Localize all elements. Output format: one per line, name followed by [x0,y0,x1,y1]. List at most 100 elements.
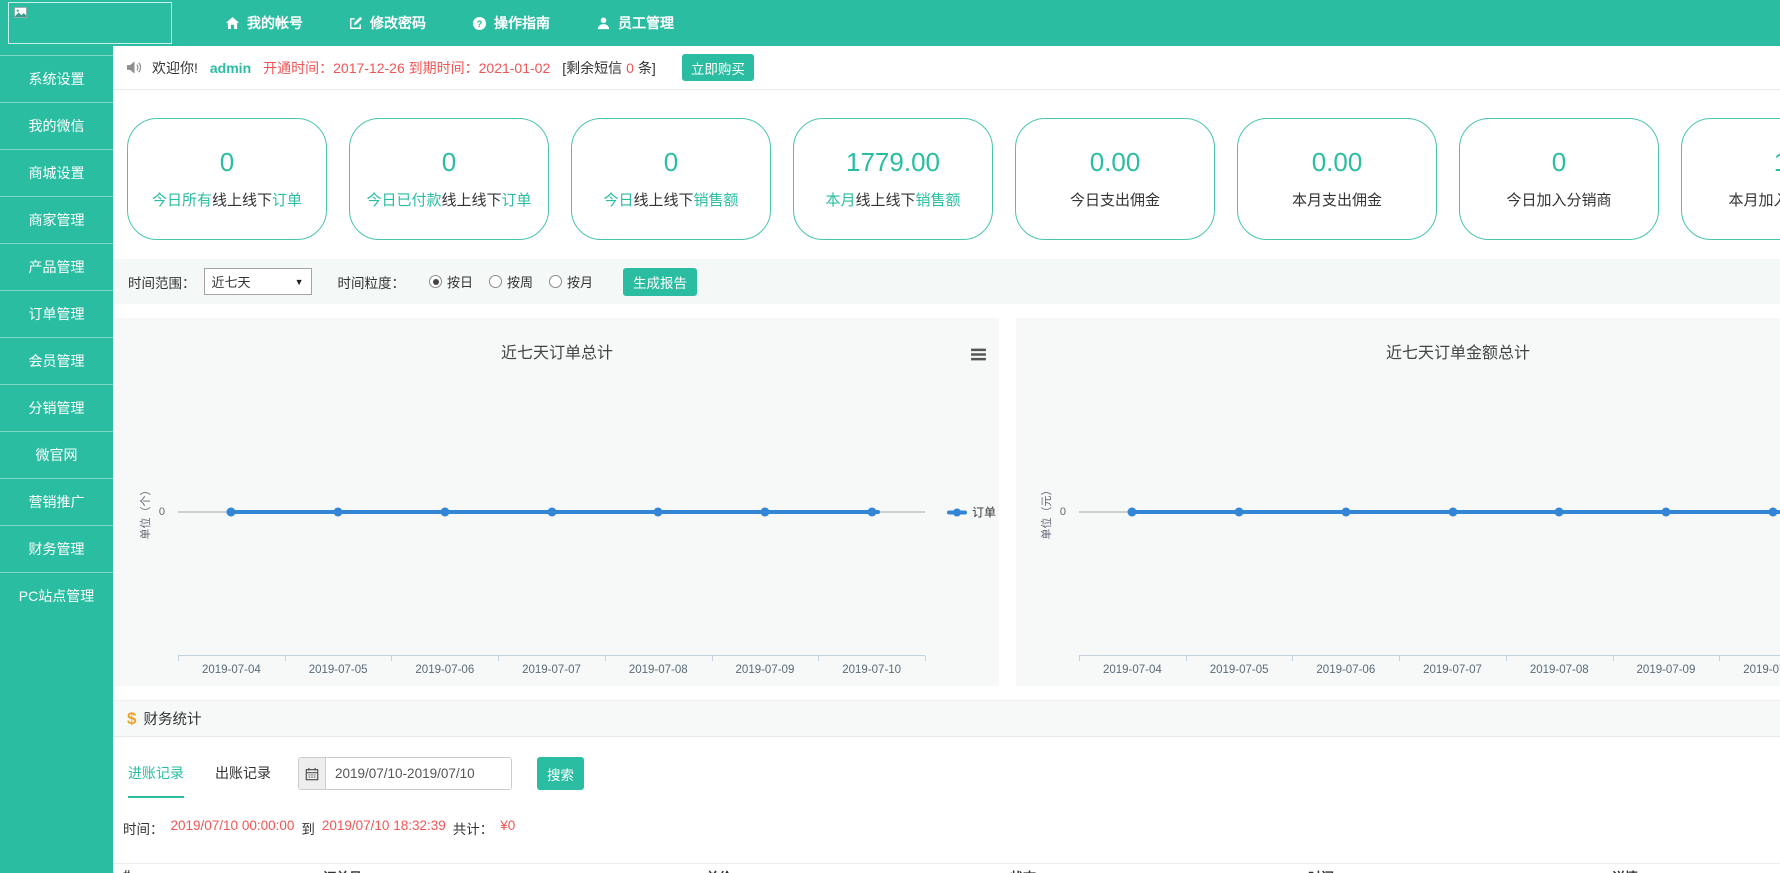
chart-legend[interactable]: 订单 [947,504,996,521]
x-axis-date-label: 2019-07-07 [522,664,581,676]
time-range-selected-value: 近七天 [212,272,251,291]
x-axis-tick [818,656,819,661]
sidebar-item-1[interactable]: 系统设置 [0,55,113,102]
granularity-radio-3[interactable]: 按月 [549,272,593,291]
welcome-username: admin [210,60,251,76]
data-point [334,508,343,517]
x-axis-date-label: 2019-07-04 [1103,664,1162,676]
summary-total-value: ¥0 [500,818,515,838]
time-range-select[interactable]: 近七天 ▼ [204,268,312,295]
chart-title: 近七天订单总计 [115,339,999,363]
stat-card-label: 今日支出佣金 [1016,189,1214,210]
stat-card-1: 0今日所有线上线下订单 [127,118,327,240]
nav-item-help[interactable]: ?操作指南 [472,13,550,33]
stat-card-label-part: 本月加入分销商 [1728,192,1780,209]
x-axis-tick [1719,656,1720,661]
radio-label: 按日 [447,272,473,291]
stat-card-value: 1 [1682,147,1780,178]
nav-item-home[interactable]: 我的帐号 [225,13,303,33]
generate-report-button[interactable]: 生成报告 [623,268,697,296]
stat-card-label-part: 今日所有 [152,192,212,209]
sidebar-item-9[interactable]: 微官网 [0,431,113,478]
welcome-greeting: 欢迎你! [152,58,198,78]
sidebar-item-7[interactable]: 会员管理 [0,337,113,384]
chart-panel-1: 近七天订单总计单位（个）02019-07-042019-07-052019-07… [115,318,999,686]
stat-card-label-part: 线上线下 [633,192,693,209]
user-icon [596,16,611,31]
x-axis-date-label: 2019-07-05 [309,664,368,676]
table-column-header: 详情 [1612,867,1638,873]
granularity-radio-2[interactable]: 按周 [489,272,533,291]
stat-card-label: 今日加入分销商 [1460,189,1658,210]
sms-remaining-prefix: [剩余短信 [562,58,622,78]
stat-card-label-part: 订单 [272,192,302,209]
calendar-icon[interactable] [299,758,326,789]
stat-card-7: 0今日加入分销商 [1459,118,1659,240]
charts-row: 近七天订单总计单位（个）02019-07-042019-07-052019-07… [113,318,1780,686]
nav-item-edit[interactable]: 修改密码 [349,13,426,33]
granularity-label: 时间粒度： [338,272,406,292]
stat-card-5: 0.00 今日支出佣金 [1015,118,1215,240]
sidebar-item-8[interactable]: 分销管理 [0,384,113,431]
stat-card-8: 1 本月加入分销商 [1681,118,1780,240]
dollar-icon: $ [127,709,136,729]
x-axis-date-label: 2019-07-08 [629,664,688,676]
sidebar-item-12[interactable]: PC站点管理 [0,572,113,619]
search-button[interactable]: 搜索 [537,757,584,790]
x-axis-date-label: 2019-07-05 [1210,664,1269,676]
nav-item-user[interactable]: 员工管理 [596,13,674,33]
data-point [227,508,236,517]
chart-panel-2: 近七天订单金额总计单位（元）02019-07-042019-07-052019-… [1016,318,1780,686]
x-axis-line [178,655,925,656]
granularity-radios: 按日按周按月 [429,272,609,291]
chart-menu-icon[interactable] [970,348,987,366]
sidebar-item-2[interactable]: 我的微信 [0,102,113,149]
granularity-radio-1[interactable]: 按日 [429,272,473,291]
date-range-input[interactable] [326,758,511,789]
x-axis-date-label: 2019-07-09 [1637,664,1696,676]
x-axis-tick [391,656,392,661]
stat-card-label-part: 销售额 [916,192,961,209]
x-axis-date-label: 2019-07-06 [415,664,474,676]
sidebar-item-11[interactable]: 财务管理 [0,525,113,572]
admin-dashboard: 我的帐号修改密码?操作指南员工管理 系统设置我的微信商城设置商家管理产品管理订单… [0,0,1780,873]
sms-remaining-count: 0 [626,60,634,76]
sidebar-item-3[interactable]: 商城设置 [0,149,113,196]
finance-table-header: #订单号单价状态时间详情 [113,863,1780,873]
x-axis-tick [925,656,926,661]
finance-section-header: $ 财务统计 [113,700,1780,737]
radio-circle-icon [549,275,562,288]
stat-card-label-part: 销售额 [694,192,739,209]
x-axis-date-label: 2019-07-04 [202,664,261,676]
sidebar-item-10[interactable]: 营销推广 [0,478,113,525]
sidebar-item-6[interactable]: 订单管理 [0,290,113,337]
table-column-header: 订单号 [323,867,362,873]
account-period: 开通时间：2017-12-26 到期时间：2021-01-02 [263,58,550,78]
x-axis-tick [712,656,713,661]
legend-label: 订单 [972,504,996,521]
y-axis-unit-label: 单位（个） [137,485,153,540]
x-axis-date-label: 2019-07-06 [1316,664,1375,676]
tab-outgoing-records[interactable]: 出账记录 [215,763,271,796]
sidebar-item-5[interactable]: 产品管理 [0,243,113,290]
buy-now-button[interactable]: 立即购买 [682,54,754,81]
edit-icon [349,16,363,30]
x-axis-date-label: 2019-07-07 [1423,664,1482,676]
stat-card-6: 0.00本月支出佣金 [1237,118,1437,240]
x-axis-tick [498,656,499,661]
stat-card-label-part: 订单 [502,192,532,209]
nav-item-label: 操作指南 [494,13,550,33]
summary-to-label: 到 [301,818,315,838]
stat-cards-row: 0今日所有线上线下订单0今日已付款线上线下订单0今日线上线下销售额1779.00… [113,118,1780,243]
stat-card-value: 0 [128,147,326,178]
stat-card-value: 0.00 [1016,147,1214,178]
chevron-down-icon: ▼ [295,277,304,287]
stat-card-label-part: 本月 [825,192,855,209]
date-range-input-group [298,757,512,790]
tab-incoming-records[interactable]: 进账记录 [128,763,184,798]
x-axis-line [1079,655,1780,656]
x-axis-tick [1613,656,1614,661]
stat-card-label: 本月线上线下销售额 [794,189,992,210]
sidebar-item-4[interactable]: 商家管理 [0,196,113,243]
x-axis-tick [1399,656,1400,661]
